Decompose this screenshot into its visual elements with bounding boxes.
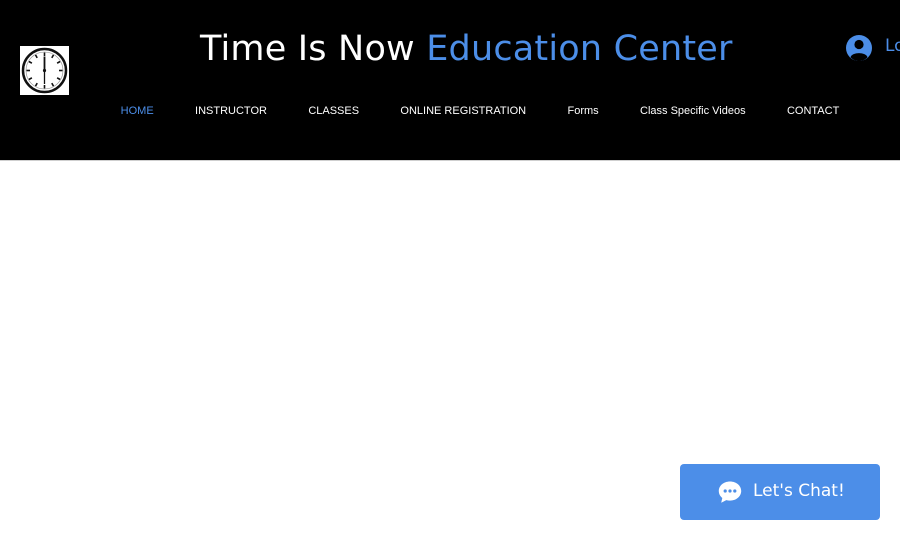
nav-item-class-specific-videos[interactable]: Class Specific Videos [640,105,746,117]
site-logo[interactable] [20,46,69,95]
nav-item-classes[interactable]: CLASSES [308,105,359,117]
chat-button[interactable]: Let's Chat! [680,464,880,520]
nav-item-contact[interactable]: CONTACT [787,105,839,117]
login-button[interactable]: Log In [845,32,900,64]
clock-icon [21,47,68,94]
site-title-part-2: Education Center [426,29,733,69]
site-header: Time Is Now Education Center Log In HOME… [0,0,900,161]
user-avatar-icon [846,35,872,61]
main-nav: HOME INSTRUCTOR CLASSES ONLINE REGISTRAT… [100,100,860,122]
nav-item-forms[interactable]: Forms [567,105,598,117]
chat-label: Let's Chat! [753,481,845,501]
nav-item-instructor[interactable]: INSTRUCTOR [195,105,267,117]
login-label: Log In [885,36,900,56]
site-title-part-1: Time Is Now [200,29,415,69]
chat-bubble-icon [718,481,742,503]
site-title: Time Is Now Education Center [200,27,733,72]
nav-item-online-registration[interactable]: ONLINE REGISTRATION [400,105,526,117]
nav-item-home[interactable]: HOME [121,105,154,117]
